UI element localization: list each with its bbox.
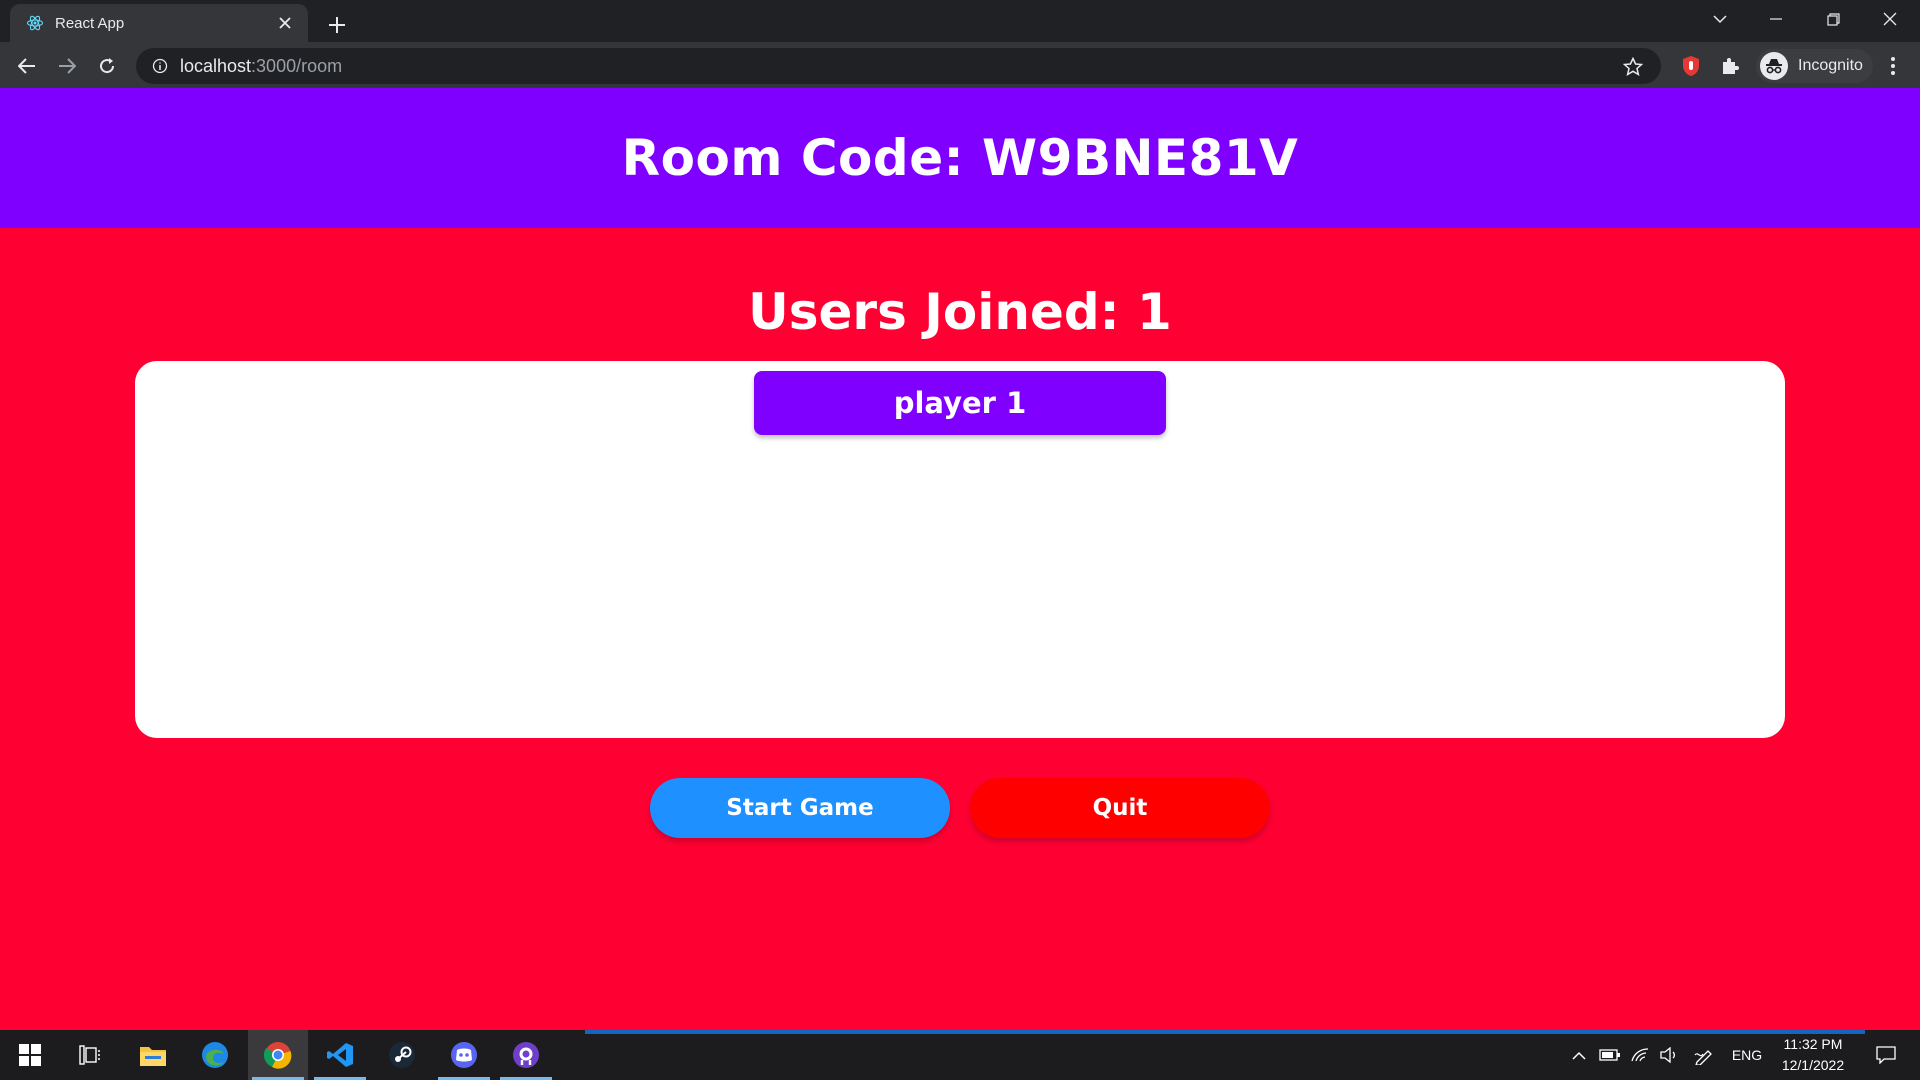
kebab-menu-icon[interactable] [1876, 49, 1910, 83]
room-page: Room Code: W9BNE81V Users Joined: 1 play… [0, 88, 1920, 1030]
info-icon[interactable] [150, 56, 170, 76]
github-desktop-icon[interactable] [496, 1030, 556, 1080]
restore-icon[interactable] [1805, 0, 1861, 38]
system-clock[interactable]: 11:32 PM 12/1/2022 [1768, 1034, 1858, 1076]
close-window-icon[interactable] [1862, 0, 1918, 38]
profile-label: Incognito [1798, 57, 1863, 74]
tab-title: React App [55, 14, 125, 32]
player-chip: player 1 [754, 371, 1166, 435]
forward-arrow-icon[interactable] [50, 49, 84, 83]
puzzle-extensions-icon[interactable] [1713, 49, 1747, 83]
language-indicator[interactable]: ENG [1726, 1030, 1768, 1080]
start-game-button[interactable]: Start Game [650, 778, 950, 838]
wifi-icon[interactable] [1627, 1030, 1653, 1080]
edge-icon[interactable] [185, 1030, 245, 1080]
react-favicon-icon [25, 13, 45, 33]
steam-icon[interactable] [372, 1030, 432, 1080]
star-bookmark-icon[interactable] [1621, 55, 1645, 79]
url-path: :3000/room [251, 55, 343, 76]
tab-search-chevron-down-icon[interactable] [1692, 0, 1748, 38]
windows-start-icon[interactable] [0, 1030, 60, 1080]
pen-ink-icon[interactable] [1691, 1030, 1717, 1080]
browser-toolbar: localhost:3000/room Incognito [0, 42, 1920, 88]
reload-icon[interactable] [90, 49, 124, 83]
browser-titlebar: React App [0, 0, 1920, 42]
quit-button[interactable]: Quit [970, 778, 1270, 838]
tab-close-icon[interactable] [274, 12, 296, 34]
windows-taskbar: ENG 11:32 PM 12/1/2022 [0, 1030, 1920, 1080]
discord-icon[interactable] [434, 1030, 494, 1080]
url-text[interactable]: localhost:3000/room [180, 56, 342, 77]
url-host: localhost [180, 55, 252, 76]
notification-center-icon[interactable] [1866, 1030, 1906, 1080]
incognito-icon [1760, 52, 1788, 80]
players-list-panel: player 1 [135, 361, 1785, 738]
incognito-profile-button[interactable]: Incognito [1756, 49, 1873, 83]
volume-icon[interactable] [1656, 1030, 1682, 1080]
vscode-icon[interactable] [310, 1030, 370, 1080]
chrome-taskbar-icon[interactable] [248, 1030, 308, 1080]
new-tab-plus-icon[interactable] [320, 8, 354, 42]
address-bar[interactable]: localhost:3000/room [136, 48, 1661, 84]
users-joined-title: Users Joined: 1 [748, 283, 1172, 341]
room-header: Room Code: W9BNE81V [0, 88, 1920, 228]
clock-date: 12/1/2022 [1781, 1057, 1845, 1073]
clock-time: 11:32 PM [1783, 1036, 1843, 1052]
task-view-icon[interactable] [60, 1030, 120, 1080]
browser-tab[interactable]: React App [10, 4, 308, 42]
room-code-title: Room Code: W9BNE81V [621, 129, 1299, 187]
extension-adblock-icon[interactable] [1674, 49, 1708, 83]
chevron-up-icon[interactable] [1568, 1030, 1590, 1080]
back-arrow-icon[interactable] [10, 49, 44, 83]
file-explorer-icon[interactable] [123, 1030, 183, 1080]
battery-icon[interactable] [1597, 1030, 1623, 1080]
minimize-icon[interactable] [1748, 0, 1804, 38]
